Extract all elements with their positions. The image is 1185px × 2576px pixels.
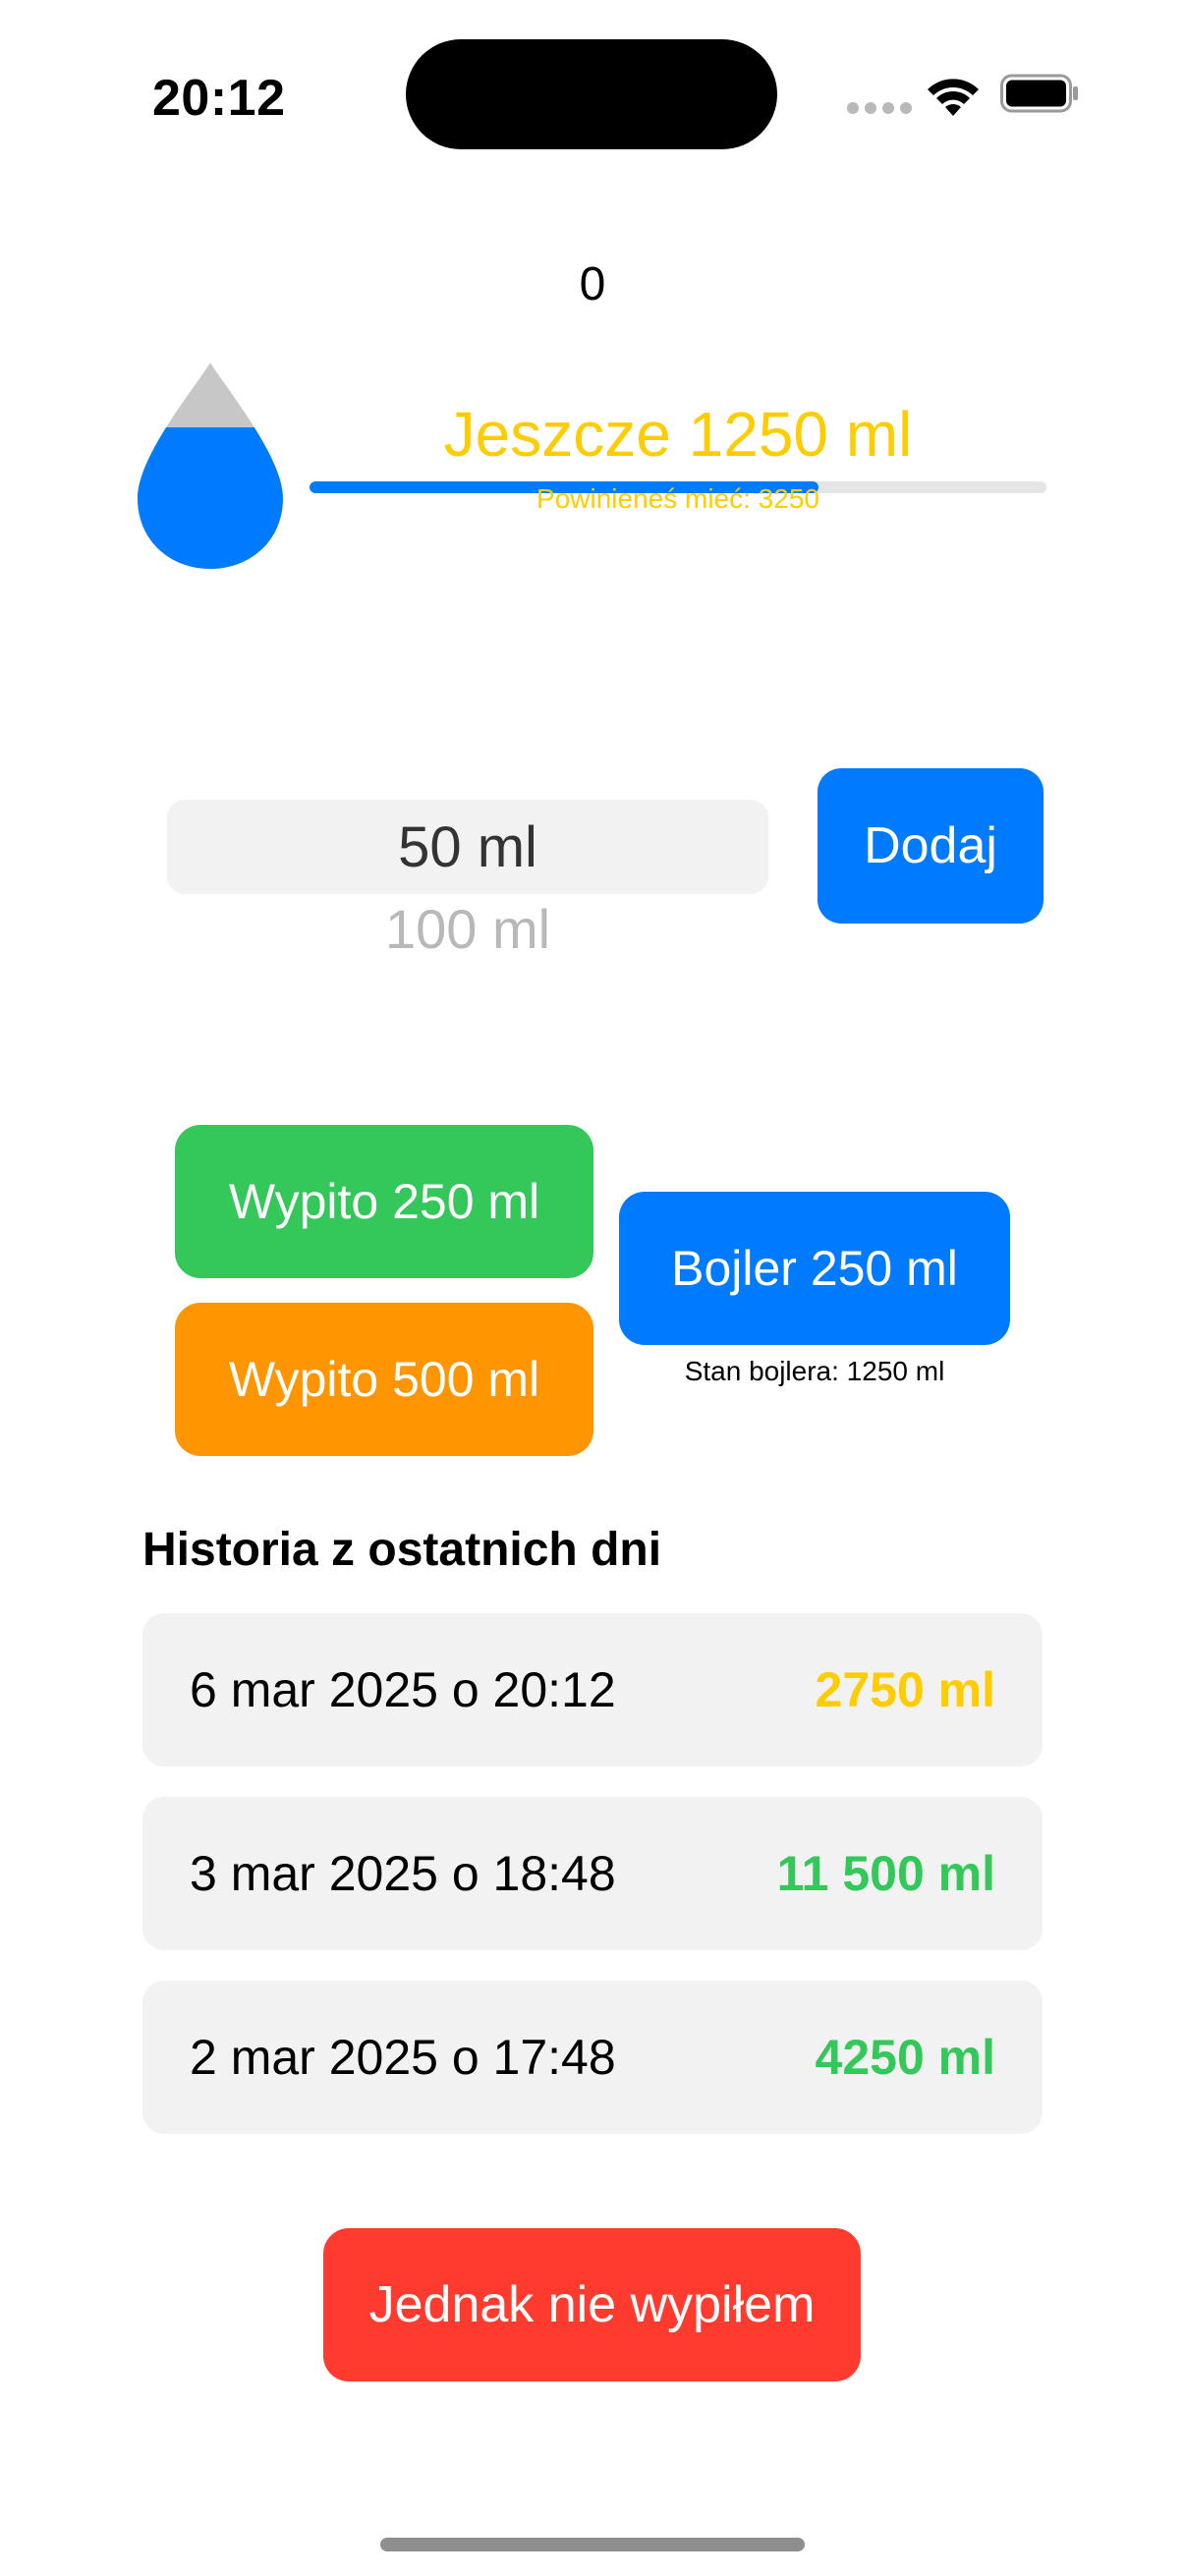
- history-row: 3 mar 2025 o 18:48 11 500 ml: [142, 1797, 1043, 1950]
- drank-500-button[interactable]: Wypito 500 ml: [175, 1303, 593, 1456]
- add-button[interactable]: Dodaj: [818, 768, 1044, 924]
- remaining-amount-label: Jeszcze 1250 ml: [443, 399, 913, 470]
- history-row: 2 mar 2025 o 17:48 4250 ml: [142, 1981, 1043, 2134]
- history-amount: 2750 ml: [815, 1662, 995, 1717]
- goal-label: Powinieneś mieć: 3250: [536, 483, 819, 514]
- drink-counter: 0: [579, 258, 606, 310]
- battery-icon: [1000, 74, 1078, 113]
- amount-picker-selected[interactable]: 50 ml: [167, 800, 768, 894]
- boiler-250-button[interactable]: Bojler 250 ml: [619, 1192, 1010, 1345]
- undo-drink-button[interactable]: Jednak nie wypiłem: [323, 2228, 861, 2381]
- boiler-state-label: Stan bojlera: 1250 ml: [684, 1356, 945, 1386]
- history-row: 6 mar 2025 o 20:12 2750 ml: [142, 1613, 1043, 1766]
- amount-picker-option[interactable]: 100 ml: [167, 890, 768, 959]
- drank-250-button[interactable]: Wypito 250 ml: [175, 1125, 593, 1278]
- status-time: 20:12: [152, 70, 286, 127]
- history-title: Historia z ostatnich dni: [142, 1524, 662, 1576]
- water-drop-icon: [138, 363, 283, 569]
- history-amount: 11 500 ml: [776, 1846, 995, 1901]
- cellular-signal-icon: [847, 102, 912, 114]
- wifi-icon: [928, 79, 979, 116]
- history-date: 2 mar 2025 o 17:48: [190, 2030, 616, 2085]
- history-amount: 4250 ml: [815, 2030, 995, 2085]
- history-date: 6 mar 2025 o 20:12: [190, 1662, 616, 1717]
- history-date: 3 mar 2025 o 18:48: [190, 1846, 616, 1901]
- dynamic-island: [406, 39, 777, 149]
- home-indicator[interactable]: [380, 2538, 805, 2551]
